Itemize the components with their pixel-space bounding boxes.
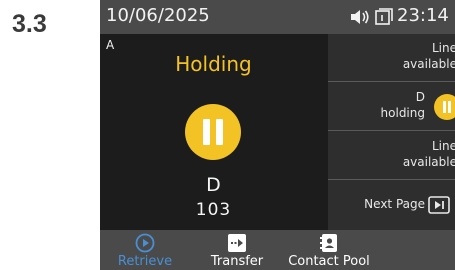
status-bar: 10/06/2025 23:14	[100, 0, 455, 34]
window-icon	[375, 8, 393, 30]
line-key-label: D holding	[380, 90, 425, 120]
contact-pool-button[interactable]: Contact Pool	[282, 230, 376, 270]
line-key-label: Line available	[402, 41, 455, 71]
transfer-button[interactable]: Transfer	[200, 230, 274, 270]
caller-number: 103	[195, 200, 232, 220]
call-panel: A Holding D 103	[100, 34, 327, 230]
next-page-label: Next Page	[364, 197, 425, 211]
line-key-3[interactable]: Line available	[328, 132, 455, 180]
transfer-label: Transfer	[210, 254, 264, 269]
status-time: 23:14	[397, 5, 449, 26]
next-page-icon	[428, 194, 452, 218]
pause-icon[interactable]	[185, 104, 241, 160]
soft-key-bar: Retrieve Transfer Contact Pool	[100, 230, 455, 270]
caller-name: D	[206, 174, 221, 196]
line-letter: A	[106, 38, 115, 52]
retrieve-button[interactable]: Retrieve	[110, 230, 180, 270]
step-number: 3.3	[12, 10, 47, 38]
retrieve-label: Retrieve	[117, 254, 173, 269]
status-date: 10/06/2025	[106, 5, 210, 26]
line-key-2[interactable]: D holding	[328, 83, 455, 131]
call-state: Holding	[175, 52, 252, 76]
line-key-label: Line available	[402, 139, 455, 169]
line-keys-panel: Line available D holding Line available …	[328, 34, 455, 230]
contact-pool-label: Contact Pool	[288, 254, 370, 269]
speaker-icon	[350, 8, 370, 30]
phone-screen: 10/06/2025 23:14 A Holding D 103 Line av…	[100, 0, 455, 270]
line-key-1[interactable]: Line available	[328, 34, 455, 82]
next-page-key[interactable]: Next Page	[328, 181, 455, 229]
pause-icon	[434, 94, 455, 120]
